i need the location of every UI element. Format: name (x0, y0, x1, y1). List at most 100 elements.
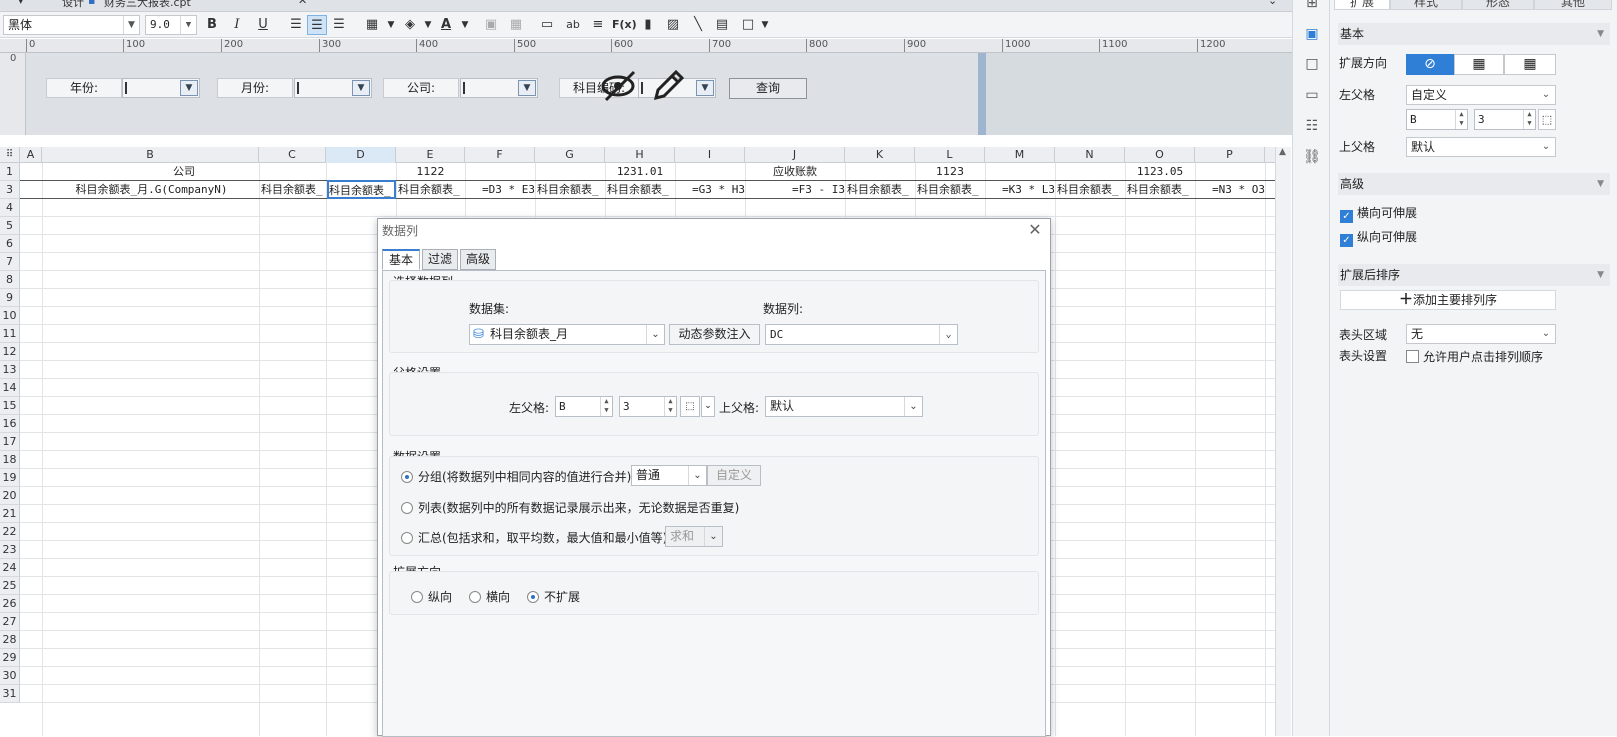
summary-radio[interactable]: 汇总(包括求和，取平均数，最大值和最小值等) (401, 529, 667, 546)
cell-1122[interactable]: 1122 (396, 163, 465, 181)
dataset-select[interactable]: ⛁ 科目余额表_月 ⌄ (469, 324, 665, 345)
column-header[interactable]: E (396, 147, 465, 163)
row-header[interactable]: 16 (0, 415, 20, 433)
left-parent-column[interactable]: B ▲ ▼ (1406, 109, 1468, 130)
column-header[interactable]: K (845, 147, 915, 163)
header-area-select[interactable]: 无 ⌄ (1406, 324, 1556, 344)
row-header[interactable]: 3 (0, 181, 20, 199)
bold-button[interactable]: B (202, 15, 222, 35)
top-parent-select[interactable]: 默认 ⌄ (765, 396, 923, 417)
vertical-scrollbar[interactable]: ▲ (1275, 147, 1291, 736)
column-header[interactable]: C (259, 147, 326, 163)
tab-other[interactable]: 其他 (1534, 0, 1612, 10)
cell-1123[interactable]: 1123 (845, 163, 1055, 181)
wrap-text-icon[interactable]: ≡ (588, 15, 608, 35)
column-header[interactable]: J (745, 147, 845, 163)
condition-icon[interactable]: ☷ (1303, 117, 1321, 135)
dropdown-widget-icon[interactable]: ▭ (1303, 86, 1321, 104)
cell-l3[interactable]: 科目余额表_ (917, 181, 985, 199)
cell-n3[interactable]: 科目余额表_ (1057, 181, 1125, 199)
spinner-icon[interactable]: ▲ ▼ (1455, 110, 1467, 129)
row-header[interactable]: 13 (0, 361, 20, 379)
row-header[interactable]: 24 (0, 559, 20, 577)
column-header[interactable]: H (605, 147, 675, 163)
left-parent-select[interactable]: 自定义 ⌄ (1406, 85, 1556, 105)
row-header[interactable]: 28 (0, 631, 20, 649)
chevron-down-icon[interactable]: ⌄ (701, 396, 715, 417)
row-header[interactable]: 27 (0, 613, 20, 631)
vertical-stretch-checkbox[interactable]: ✓ 纵向可伸展 (1340, 228, 1417, 247)
combo-icon[interactable]: ▼ (180, 80, 198, 96)
tab-design[interactable]: 设计 (62, 0, 84, 10)
split-cells-icon[interactable]: ▦ (506, 15, 526, 35)
year-combo[interactable]: ▼ (122, 78, 200, 98)
add-sort-button[interactable]: ＋添加主要排列序 (1340, 290, 1556, 310)
no-expand-icon[interactable]: ⊘ (1406, 54, 1454, 75)
column-header[interactable]: L (915, 147, 985, 163)
tab-file[interactable]: 财务三大报表.cpt (104, 0, 191, 10)
row-header[interactable]: 4 (0, 199, 20, 217)
spinner-icon[interactable]: ▲ ▼ (1523, 110, 1535, 129)
row-header[interactable]: 22 (0, 523, 20, 541)
pick-cell-icon[interactable]: ⬚ (1538, 109, 1556, 130)
spinner-icon[interactable]: ▲ ▼ (600, 397, 612, 416)
formula-icon[interactable]: F(x) (612, 15, 637, 35)
align-center-icon[interactable]: ☰ (307, 15, 327, 35)
row-header[interactable]: 17 (0, 433, 20, 451)
section-advanced[interactable]: 高级 ▼ (1338, 173, 1610, 195)
cell-attr-icon[interactable]: ⊞ (1303, 0, 1321, 12)
horizontal-expand-icon[interactable]: ▦ (1504, 54, 1556, 75)
chevron-down-icon[interactable]: ▼ (381, 15, 401, 35)
row-header[interactable]: 30 (0, 667, 20, 685)
row-header[interactable]: 5 (0, 217, 20, 235)
combo-icon[interactable]: ▼ (518, 80, 536, 96)
align-right-icon[interactable]: ☰ (329, 15, 349, 35)
column-header[interactable]: B (42, 147, 259, 163)
cell-e3[interactable]: 科目余额表_ (398, 181, 465, 199)
italic-button[interactable]: I (227, 15, 247, 35)
left-parent-row[interactable]: 3 ▲ ▼ (1474, 109, 1536, 130)
hide-eye-icon[interactable] (600, 68, 640, 104)
tab-basic[interactable]: 基本 (382, 249, 420, 270)
text-icon[interactable]: ab (563, 15, 583, 35)
hyperlink-icon[interactable]: ⛓ (1303, 148, 1321, 166)
image-icon[interactable]: ▨ (663, 15, 683, 35)
list-radio[interactable]: 列表(数据列中的所有数据记录展示出来，无论数据是否重复) (401, 499, 739, 516)
column-header[interactable]: N (1055, 147, 1125, 163)
group-radio[interactable]: 分组(将数据列中相同内容的值进行合并) (401, 468, 631, 485)
row-header[interactable]: 26 (0, 595, 20, 613)
combo-icon[interactable]: ▼ (696, 80, 714, 96)
cell-j3[interactable]: =F3 - I3 (745, 181, 845, 199)
cell-1231[interactable]: 1231.01 (535, 163, 745, 181)
group-mode-select[interactable]: 普通 ⌄ (631, 465, 707, 486)
row-header[interactable]: 21 (0, 505, 20, 523)
row-header[interactable]: 29 (0, 649, 20, 667)
cell-i3[interactable]: =G3 * H3 (675, 181, 745, 199)
query-button[interactable]: 查询 (729, 78, 807, 99)
select-all-icon[interactable]: ⠿ (0, 147, 20, 163)
section-sort[interactable]: 扩展后排序 ▼ (1338, 264, 1610, 286)
chevron-down-icon[interactable]: ▼ (418, 15, 438, 35)
row-header[interactable]: 12 (0, 343, 20, 361)
cell-d3-selected[interactable]: 科目余额表_ (327, 180, 396, 199)
cell-company-header[interactable]: 公司 (42, 163, 326, 181)
vertical-expand-icon[interactable]: ▦ (1454, 54, 1504, 75)
scroll-up-icon[interactable]: ▲ (1279, 147, 1286, 157)
column-header[interactable]: M (985, 147, 1055, 163)
row-header[interactable]: 6 (0, 235, 20, 253)
row-header[interactable]: 7 (0, 253, 20, 271)
section-basic[interactable]: 基本 ▼ (1338, 23, 1610, 45)
chevron-down-icon[interactable]: ▼ (455, 15, 475, 35)
column-header[interactable]: P (1195, 147, 1265, 163)
column-select[interactable]: DC ⌄ (765, 324, 958, 345)
font-color-icon[interactable]: A (436, 15, 456, 35)
row-header[interactable]: 11 (0, 325, 20, 343)
edit-pencil-icon[interactable] (650, 68, 686, 104)
row-header[interactable]: 23 (0, 541, 20, 559)
column-header[interactable]: D (326, 147, 396, 163)
font-size-select[interactable]: 9.0 ▼ (145, 15, 197, 35)
cell-h3[interactable]: 科目余额表_ (607, 181, 675, 199)
fill-color-icon[interactable]: ◈ (400, 15, 420, 35)
close-tab-icon[interactable]: ✕ (298, 0, 307, 10)
column-header[interactable]: A (20, 147, 42, 163)
